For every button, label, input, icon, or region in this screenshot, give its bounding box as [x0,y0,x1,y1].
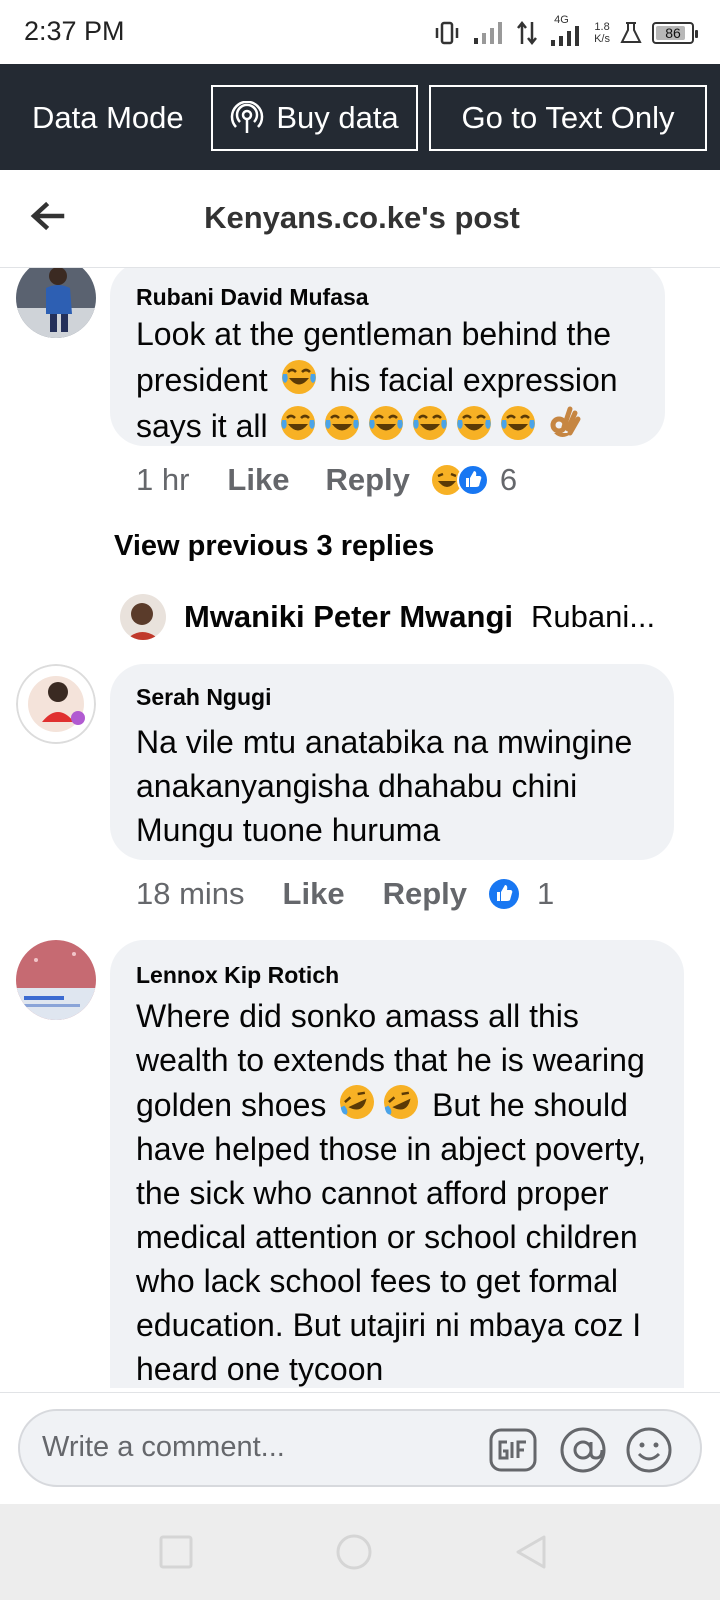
comment-placeholder: Write a comment... [42,1431,285,1463]
square-icon[interactable] [156,1532,196,1572]
signal-4g-icon: 4G [548,14,584,48]
battery-level: 86 [665,25,681,41]
comment-bubble[interactable]: Serah Ngugi Na vile mtu anatabika na mwi… [110,664,674,860]
tears-of-joy-emoji-icon [281,406,316,440]
reply-button[interactable]: Reply [383,876,467,912]
gif-icon[interactable] [488,1425,538,1475]
avatar[interactable] [16,940,96,1020]
comment-meta: 1 hr Like Reply 6 [136,462,517,498]
buy-data-label: Buy data [276,100,399,135]
at-icon[interactable] [558,1425,608,1475]
radio-tower-icon [231,101,264,133]
reactions[interactable]: 6 [430,462,517,498]
data-mode-label: Data Mode [32,100,184,135]
triangle-icon[interactable] [512,1532,552,1572]
network-speed: 1.8 K/s [594,21,610,45]
like-reaction-icon [489,879,519,909]
battery-icon: 86 [652,22,698,44]
reply-snippet: Rubani... [531,599,656,634]
data-mode-bar: Data Mode Buy data Go to Text Only [0,64,720,170]
like-button[interactable]: Like [283,876,345,912]
comment-author[interactable]: Rubani David Mufasa [136,282,639,312]
view-previous-replies[interactable]: View previous 3 replies [114,530,434,563]
comment-meta: 18 mins Like Reply 1 [136,876,554,912]
comment-author[interactable]: Lennox Kip Rotich [136,960,658,990]
comments-list: Rubani David Mufasa Look at the gentlema… [0,268,720,1388]
buy-data-button[interactable]: Buy data [211,85,418,151]
tears-of-joy-emoji-icon [369,406,404,440]
tears-of-joy-emoji-icon [281,360,316,394]
avatar[interactable] [16,664,96,744]
tears-of-joy-emoji-icon [413,406,448,440]
comment-text: Where did sonko amass all this wealth to… [136,994,658,1388]
page-title: Kenyans.co.ke's post [204,200,520,235]
flask-icon [620,22,642,43]
tears-of-joy-emoji-icon [457,406,492,440]
system-nav-bar [0,1504,720,1600]
reply-preview[interactable]: Mwaniki Peter Mwangi Rubani... [120,594,655,640]
comment-input[interactable]: Write a comment... [18,1409,702,1487]
data-transfer-icon [517,20,538,46]
cry-emoji-group [276,406,540,444]
speed-value: 1.8 [594,21,610,33]
comment-text: Look at the gentleman behind the preside… [136,312,639,449]
comment-composer: Write a comment... [0,1392,720,1504]
comment-bubble[interactable]: Lennox Kip Rotich Where did sonko amass … [110,940,684,1388]
reply-author: Mwaniki Peter Mwangi [184,599,514,634]
speed-unit: K/s [594,33,610,45]
circle-icon[interactable] [334,1532,374,1572]
ok-emoji-group [540,406,584,444]
cry-emoji-group [277,360,321,398]
comment-time[interactable]: 18 mins [136,876,245,912]
comment-time[interactable]: 1 hr [136,462,189,498]
comment-author[interactable]: Serah Ngugi [136,682,648,712]
status-bar: 2:37 PM 4G 1.8 K/s 86 [0,0,720,64]
like-reaction-icon [456,464,489,496]
reaction-count: 1 [537,876,555,911]
rofl-emoji-icon [340,1085,375,1119]
tears-of-joy-emoji-icon [501,406,536,440]
comment-text: Na vile mtu anatabika na mwingine anakan… [136,724,633,848]
signal-icon [474,22,503,44]
comment-text-part: But he should have helped those in abjec… [136,1087,646,1387]
rofl-emoji-icon [384,1085,419,1119]
status-icons: 4G 1.8 K/s 86 [432,14,698,50]
avatar[interactable] [16,268,96,338]
rofl-emoji-group [335,1085,423,1123]
tears-of-joy-emoji-icon [325,406,360,440]
reaction-count: 6 [499,462,518,497]
ok-hand-emoji-icon [550,406,581,437]
post-header: Kenyans.co.ke's post [0,170,720,268]
reply-button[interactable]: Reply [325,462,409,498]
status-time: 2:37 PM [24,16,125,46]
avatar [120,594,166,640]
vibrate-icon [435,21,459,45]
reactions[interactable]: 1 [487,876,554,912]
comment-bubble[interactable]: Rubani David Mufasa Look at the gentlema… [110,268,665,446]
text-only-button[interactable]: Go to Text Only [429,85,707,151]
smiley-icon[interactable] [624,1425,674,1475]
like-button[interactable]: Like [227,462,289,498]
